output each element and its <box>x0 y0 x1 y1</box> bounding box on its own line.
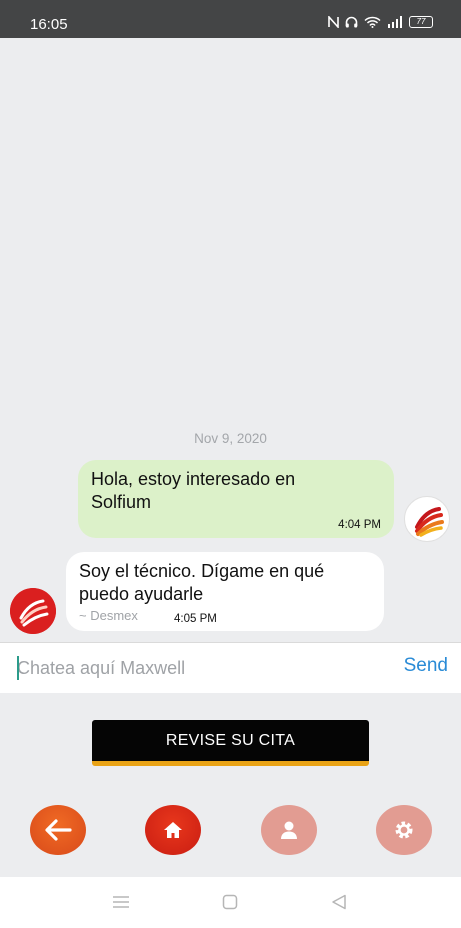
arrow-left-icon <box>45 819 72 841</box>
chat-input[interactable] <box>17 651 377 685</box>
message-time: 4:05 PM <box>174 613 217 625</box>
revise-cita-button[interactable]: REVISE SU CITA <box>92 720 369 766</box>
nav-back-button[interactable] <box>30 805 86 855</box>
nav-home-button[interactable] <box>145 805 201 855</box>
message-text: Soy el técnico. Dígame en qué puedo ayud… <box>79 561 325 604</box>
chat-area[interactable]: Nov 9, 2020 Hola, estoy interesado en So… <box>0 38 461 642</box>
status-icons: 77 <box>328 16 433 28</box>
nav-settings-button[interactable] <box>376 805 432 855</box>
message-time: 4:04 PM <box>338 519 381 531</box>
text-caret <box>17 656 19 680</box>
battery-level: 77 <box>416 17 426 26</box>
message-outgoing[interactable]: Hola, estoy interesado en Solfium 4:04 P… <box>78 460 394 538</box>
system-navigation-bar <box>0 877 461 928</box>
nav-profile-button[interactable] <box>261 805 317 855</box>
battery-icon: 77 <box>409 16 433 28</box>
send-button[interactable]: Send <box>404 655 448 677</box>
headphones-icon <box>345 16 358 28</box>
message-text: Hola, estoy interesado en Solfium <box>91 469 296 512</box>
home-square-icon[interactable] <box>222 894 238 910</box>
gear-icon <box>395 821 413 839</box>
wifi-icon <box>364 16 381 28</box>
status-time: 16:05 <box>30 16 68 33</box>
date-separator: Nov 9, 2020 <box>194 431 267 446</box>
person-icon <box>281 821 297 839</box>
status-bar: 16:05 77 <box>0 0 461 38</box>
message-composer: Send <box>0 642 461 693</box>
back-triangle-icon[interactable] <box>331 894 347 910</box>
signal-icon <box>388 16 402 28</box>
solfium-logo-icon <box>415 507 444 537</box>
menu-icon[interactable] <box>112 894 130 910</box>
home-icon <box>164 822 182 838</box>
message-incoming[interactable]: Soy el técnico. Dígame en qué puedo ayud… <box>66 552 384 631</box>
avatar-solfium-logo-incoming <box>10 588 56 634</box>
avatar-solfium-logo <box>404 496 450 542</box>
bottom-area: REVISE SU CITA <box>0 693 461 877</box>
nfc-icon <box>328 16 339 28</box>
solfium-logo-icon <box>10 588 56 634</box>
message-sender: ~ Desmex <box>79 608 138 623</box>
